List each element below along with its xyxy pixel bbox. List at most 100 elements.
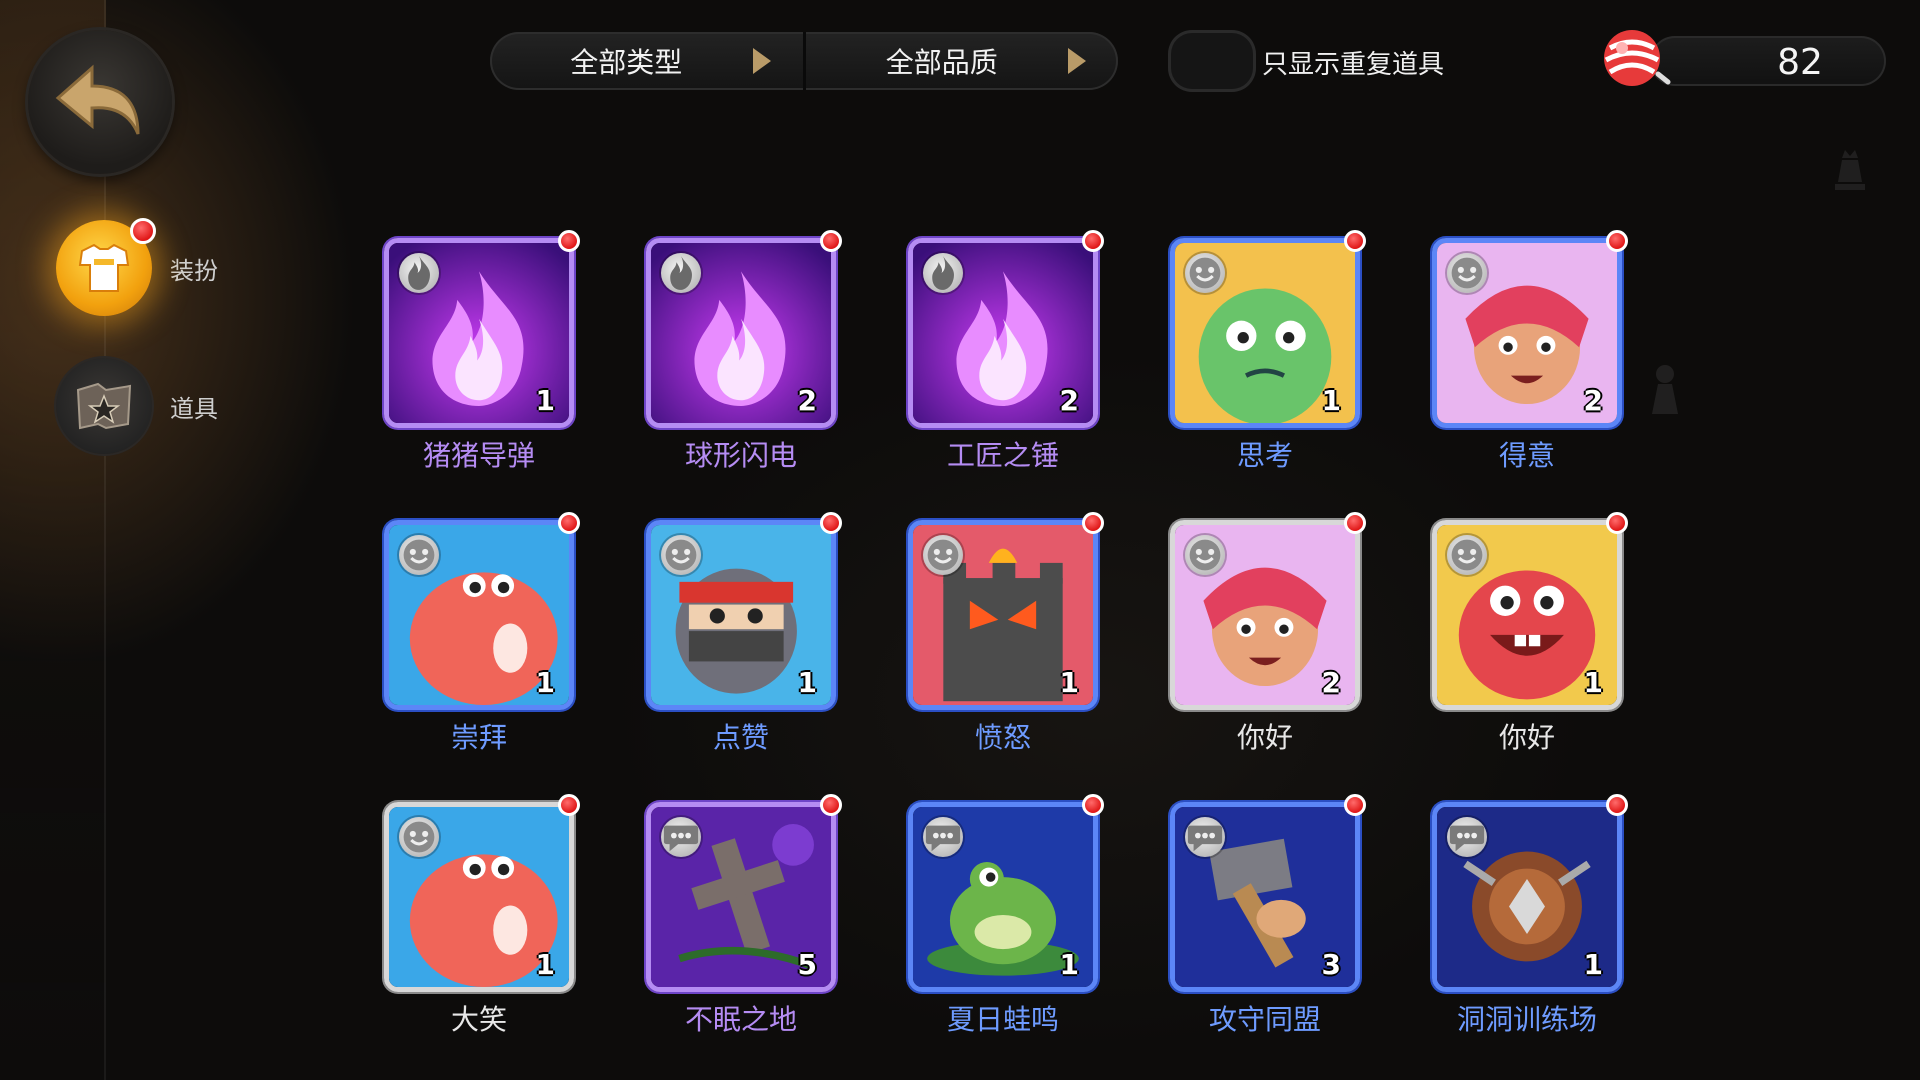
item-name: 猪猪导弹 — [422, 439, 535, 472]
item-count: 1 — [797, 666, 817, 699]
item-type-badge — [661, 253, 701, 293]
inventory-item[interactable]: 1 愤怒 — [908, 512, 1104, 754]
inventory-item[interactable]: 2 球形闪电 — [646, 230, 842, 472]
triangle-right-icon — [1068, 48, 1086, 74]
inventory-item[interactable]: 3 攻守同盟 — [1170, 794, 1366, 1036]
fire-type-icon — [670, 256, 693, 290]
inventory-item[interactable]: 1 点赞 — [646, 512, 842, 754]
item-name: 点赞 — [712, 721, 769, 754]
item-card: 1 — [1432, 520, 1622, 710]
item-name: 你好 — [1236, 721, 1293, 754]
item-count: 1 — [535, 666, 555, 699]
inventory-item[interactable]: 2 工匠之锤 — [908, 230, 1104, 472]
item-name: 愤怒 — [974, 721, 1031, 754]
item-card: 1 — [908, 802, 1098, 992]
item-count: 2 — [1059, 384, 1079, 417]
chess-deco-icon — [1835, 150, 1865, 190]
inventory-item[interactable]: 1 猪猪导弹 — [384, 230, 580, 472]
emote-type-icon — [665, 539, 697, 571]
sidebar-badge — [130, 218, 156, 244]
item-grid: 1 猪猪导弹 2 球形闪电 2 工匠之锤 1 思考 2 得意 1 崇拜 1 点赞 1 愤怒 2 你好 1 你好 1 大笑 5… — [384, 230, 1628, 1036]
chat-type-icon — [1449, 825, 1485, 852]
item-count: 1 — [1059, 948, 1079, 981]
inventory-item[interactable]: 1 你好 — [1432, 512, 1628, 754]
inventory-item[interactable]: 2 你好 — [1170, 512, 1366, 754]
inventory-item[interactable]: 1 大笑 — [384, 794, 580, 1036]
sidebar-item-label: 道具 — [170, 394, 218, 423]
item-type-badge — [399, 817, 439, 857]
quality-filter-label: 全部品质 — [885, 46, 998, 79]
new-item-dot — [558, 794, 580, 816]
item-count: 1 — [535, 384, 555, 417]
item-count: 1 — [1059, 666, 1079, 699]
emote-type-icon — [1189, 539, 1221, 571]
sidebar-item-items[interactable]: 道具 — [56, 358, 218, 454]
item-count: 1 — [1583, 948, 1603, 981]
new-item-dot — [820, 794, 842, 816]
inventory-screen: 装扮 道具 全部类型 全部品质 只显示重复道具 82 1 猪猪导弹 2 球形闪电 2 工匠… — [0, 0, 1920, 1080]
emote-type-icon — [1451, 257, 1483, 289]
candy-icon — [1604, 30, 1671, 86]
item-type-badge — [1447, 253, 1487, 293]
item-card: 1 — [1432, 802, 1622, 992]
emote-type-icon — [1451, 539, 1483, 571]
pawn-deco-icon — [1652, 365, 1678, 414]
fire-type-icon — [932, 256, 955, 290]
item-card: 3 — [1170, 802, 1360, 992]
costume-icon-wrap — [56, 218, 156, 316]
new-item-dot — [820, 230, 842, 252]
inventory-item[interactable]: 1 夏日蛙鸣 — [908, 794, 1104, 1036]
item-type-badge — [923, 535, 963, 575]
item-card: 1 — [384, 520, 574, 710]
item-name: 夏日蛙鸣 — [946, 1003, 1059, 1036]
new-item-dot — [1606, 512, 1628, 534]
item-name: 球形闪电 — [684, 439, 797, 472]
emote-type-icon — [403, 539, 435, 571]
item-card: 1 — [1170, 238, 1360, 428]
item-bag-icon-wrap — [56, 358, 152, 454]
item-count: 2 — [1583, 384, 1603, 417]
inventory-item[interactable]: 1 崇拜 — [384, 512, 580, 754]
item-type-badge — [1447, 817, 1487, 857]
type-filter-label: 全部类型 — [570, 46, 683, 79]
item-name: 大笑 — [450, 1003, 507, 1036]
item-type-badge — [923, 253, 963, 293]
inventory-item[interactable]: 1 洞洞训练场 — [1432, 794, 1628, 1036]
new-item-dot — [1082, 230, 1104, 252]
item-count: 3 — [1321, 948, 1341, 981]
item-card: 2 — [1170, 520, 1360, 710]
item-name: 工匠之锤 — [946, 439, 1059, 472]
item-type-badge — [661, 817, 701, 857]
sidebar-item-costume[interactable]: 装扮 — [56, 218, 218, 316]
duplicates-toggle[interactable] — [1168, 30, 1256, 92]
new-item-dot — [1082, 794, 1104, 816]
inventory-item[interactable]: 1 思考 — [1170, 230, 1366, 472]
chat-type-icon — [925, 825, 961, 852]
duplicates-toggle-label: 只显示重复道具 — [1262, 50, 1445, 80]
emote-type-icon — [403, 821, 435, 853]
item-name: 得意 — [1498, 439, 1555, 472]
item-type-badge — [1185, 817, 1225, 857]
inventory-item[interactable]: 2 得意 — [1432, 230, 1628, 472]
item-card: 1 — [908, 520, 1098, 710]
item-type-badge — [1185, 253, 1225, 293]
chat-type-icon — [1187, 825, 1223, 852]
new-item-dot — [1606, 230, 1628, 252]
item-type-badge — [1185, 535, 1225, 575]
currency-value: 82 — [1777, 42, 1823, 83]
back-button[interactable] — [28, 30, 172, 174]
type-filter-dropdown[interactable]: 全部类型 — [490, 32, 803, 90]
chat-type-icon — [663, 825, 699, 852]
item-count: 1 — [535, 948, 555, 981]
inventory-item[interactable]: 5 不眠之地 — [646, 794, 842, 1036]
item-card: 1 — [384, 238, 574, 428]
quality-filter-dropdown[interactable]: 全部品质 — [802, 32, 1119, 90]
item-card: 5 — [646, 802, 836, 992]
item-count: 5 — [797, 948, 817, 981]
new-item-dot — [1082, 512, 1104, 534]
sidebar-item-label: 装扮 — [170, 256, 218, 285]
new-item-dot — [558, 512, 580, 534]
item-name: 洞洞训练场 — [1456, 1003, 1597, 1036]
item-bag-icon — [76, 382, 132, 430]
costume-icon — [78, 243, 130, 292]
